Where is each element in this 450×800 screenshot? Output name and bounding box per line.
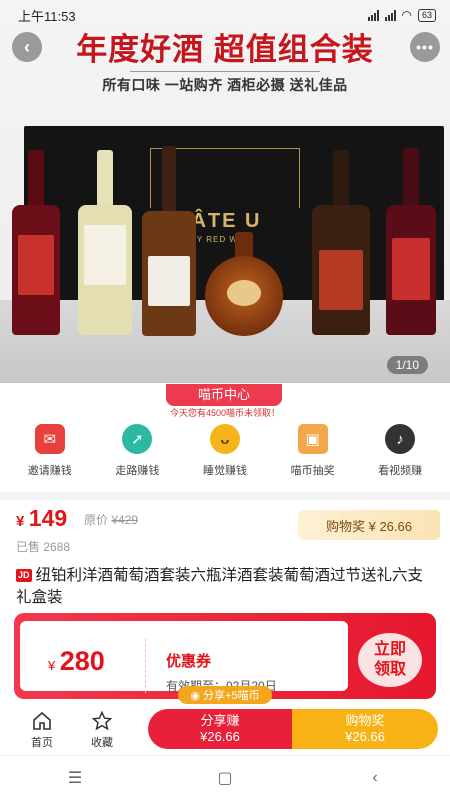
gift-box-icon: ▣ bbox=[297, 424, 328, 454]
nav-home[interactable]: 首页 bbox=[22, 711, 62, 750]
coin-action-invite[interactable]: ✉ 邀请赚钱 bbox=[7, 424, 93, 480]
banner-title: 年度好酒 超值组合装 bbox=[76, 32, 374, 67]
product-image-carousel[interactable]: 上午11:53 ◠ 63 年度好酒 超值组合装 所有口味 一站购齐 酒柜必摄 送… bbox=[0, 0, 450, 383]
current-price: ¥ 149 bbox=[16, 505, 68, 531]
wifi-icon: ◠ bbox=[401, 8, 412, 22]
system-navigation-bar: ☰ ▢ ‹ bbox=[0, 755, 450, 800]
menu-icon[interactable]: ☰ bbox=[55, 768, 95, 788]
coupon-body: ¥ 280 优惠券 有效期至：02月20日 bbox=[20, 621, 348, 693]
coupon-separator bbox=[145, 639, 146, 693]
buy-reward-button[interactable]: 购物奖 ¥26.66 bbox=[292, 709, 438, 749]
product-title: JD 纽铂利洋酒葡萄酒套装六瓶洋酒套装葡萄酒过节送礼六支礼盒装 bbox=[16, 567, 424, 606]
wine-bottle-1 bbox=[12, 150, 60, 335]
status-icons: ◠ 63 bbox=[367, 8, 436, 22]
cognac-bottle-xo bbox=[205, 232, 283, 336]
wine-bottle-4 bbox=[386, 148, 436, 335]
bottom-action-bar: 首页 收藏 分享赚 ¥26.66 购物奖 ¥26.66 bbox=[0, 705, 450, 755]
running-icon: ➚ bbox=[122, 424, 153, 454]
more-dots-icon: ••• bbox=[416, 39, 434, 55]
product-page: 上午11:53 ◠ 63 年度好酒 超值组合装 所有口味 一站购齐 酒柜必摄 送… bbox=[0, 0, 450, 800]
coin-center-actions: ✉ 邀请赚钱 ➚ 走路赚钱 ᴗ 睡觉赚钱 ▣ 喵币抽奖 ♪ 看视频赚 bbox=[0, 424, 450, 480]
battery-icon: 63 bbox=[417, 8, 436, 22]
more-button[interactable]: ••• bbox=[410, 32, 440, 62]
cognac-bottle-1 bbox=[142, 146, 196, 336]
eye-icon: ◉ bbox=[190, 689, 201, 702]
image-counter: 1/10 bbox=[386, 356, 428, 374]
coupon-amount: ¥ 280 bbox=[48, 646, 105, 676]
coin-action-sleep[interactable]: ᴗ 睡觉赚钱 bbox=[182, 424, 268, 480]
back-button[interactable]: ‹ bbox=[12, 32, 42, 62]
jd-badge: JD bbox=[16, 569, 32, 582]
star-icon bbox=[92, 711, 112, 731]
coin-action-lottery[interactable]: ▣ 喵币抽奖 bbox=[270, 424, 356, 480]
wine-bottle-3 bbox=[312, 150, 370, 335]
coin-center-note: 今天您有4500喵币未领取！ bbox=[169, 408, 281, 418]
coin-action-video[interactable]: ♪ 看视频赚 bbox=[357, 424, 443, 480]
share-earn-button[interactable]: 分享赚 ¥26.66 bbox=[148, 709, 292, 749]
chevron-left-icon: ‹ bbox=[24, 36, 30, 57]
home-icon bbox=[33, 711, 51, 730]
video-app-icon: ♪ bbox=[385, 424, 416, 454]
original-price: 原价 ¥429 bbox=[84, 513, 139, 527]
wine-bottle-2 bbox=[78, 150, 132, 335]
status-time: 上午11:53 bbox=[18, 8, 76, 24]
home-square-icon[interactable]: ▢ bbox=[205, 768, 245, 788]
signal-icon bbox=[367, 9, 379, 21]
banner-subtitle: 所有口味 一站购齐 酒柜必摄 送礼佳品 bbox=[102, 77, 348, 93]
coin-center-title[interactable]: 喵币中心 bbox=[166, 384, 282, 406]
coupon-title: 优惠券 bbox=[166, 653, 212, 670]
claim-coupon-button[interactable]: 立即 领取 bbox=[358, 633, 422, 687]
shopping-reward-tag: 购物奖 ¥ 26.66 bbox=[298, 510, 440, 540]
share-coin-pill[interactable]: ◉ 分享+5喵币 bbox=[178, 686, 272, 704]
signal-2-icon bbox=[384, 9, 396, 21]
red-envelope-icon: ✉ bbox=[34, 424, 65, 454]
cat-face-icon: ᴗ bbox=[209, 424, 240, 454]
sold-count: 已售 2688 bbox=[16, 540, 71, 554]
banner-divider bbox=[130, 71, 320, 72]
section-divider bbox=[0, 492, 450, 500]
nav-favorite[interactable]: 收藏 bbox=[82, 711, 122, 750]
coin-action-walk[interactable]: ➚ 走路赚钱 bbox=[94, 424, 180, 480]
back-arrow-icon[interactable]: ‹ bbox=[355, 769, 395, 787]
